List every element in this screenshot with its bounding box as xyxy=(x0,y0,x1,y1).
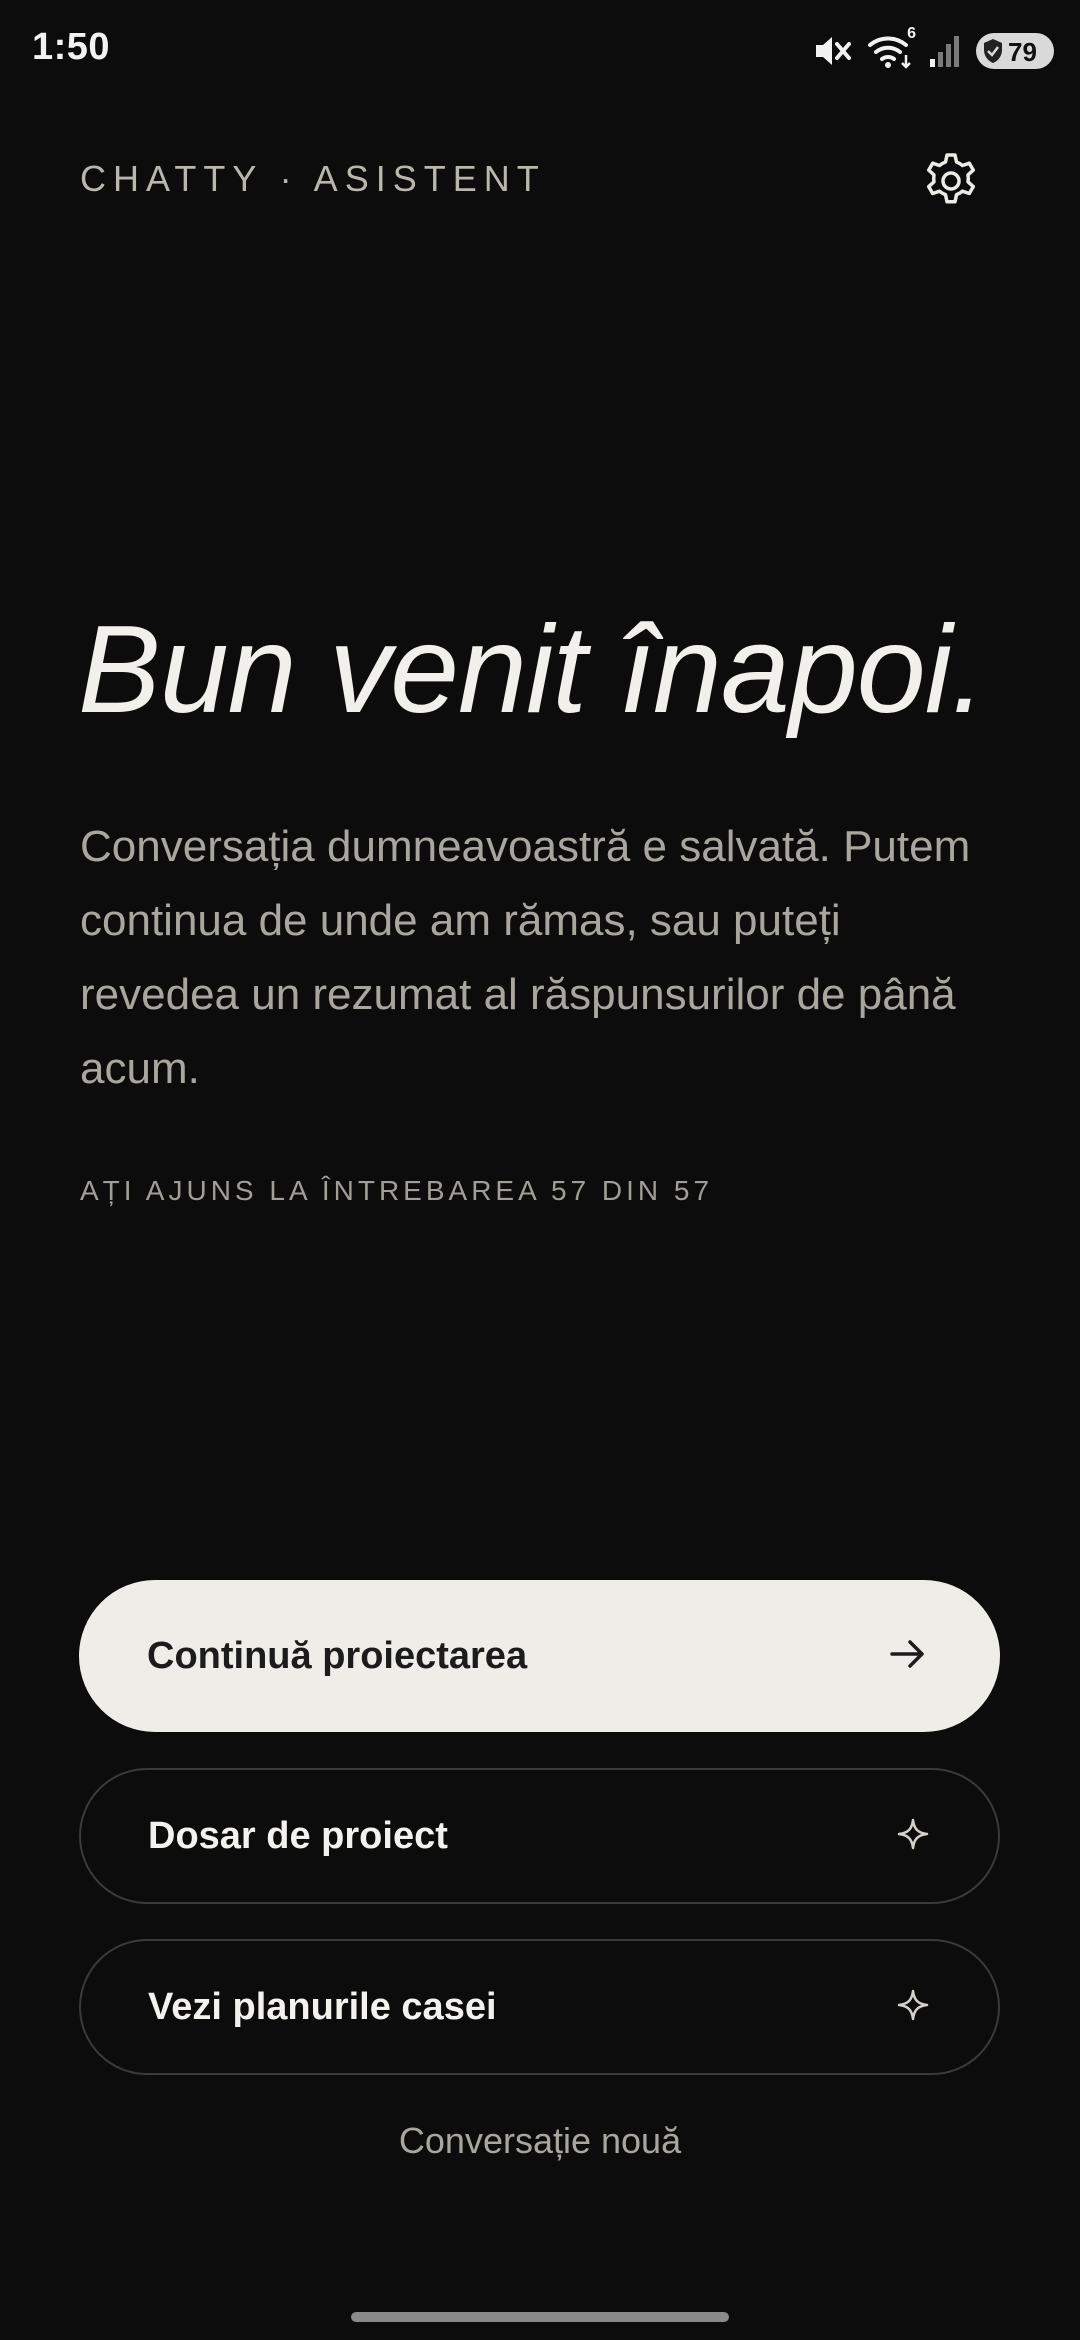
project-dossier-button[interactable]: Dosar de proiect xyxy=(79,1768,1000,1904)
status-bar: 1:50 6 79 xyxy=(0,0,1080,100)
gear-icon xyxy=(921,151,981,216)
mute-icon xyxy=(812,33,852,69)
app-title: CHATTY · ASISTENT xyxy=(80,158,546,199)
status-icons: 6 79 xyxy=(812,25,1054,72)
wifi-icon: 6 xyxy=(866,25,916,71)
settings-button[interactable] xyxy=(918,150,984,216)
battery-level: 79 xyxy=(1008,37,1037,67)
arrow-right-icon xyxy=(888,1636,928,1677)
sparkle-icon xyxy=(896,1988,930,2027)
battery-icon: 79 xyxy=(976,33,1054,69)
welcome-title: Bun venit înapoi. xyxy=(78,601,986,739)
wifi-badge: 6 xyxy=(907,25,916,42)
status-time: 1:50 xyxy=(32,26,111,68)
new-conversation-link[interactable]: Conversație nouă xyxy=(0,2120,1080,2162)
welcome-description: Conversația dumneavoastră e salvată. Put… xyxy=(80,822,971,1093)
sparkle-icon xyxy=(896,1817,930,1856)
project-dossier-label: Dosar de proiect xyxy=(148,1814,448,1857)
house-plans-button[interactable]: Vezi planurile casei xyxy=(79,1939,1000,2075)
continue-design-button[interactable]: Continuă proiectarea xyxy=(79,1580,1000,1732)
home-indicator[interactable] xyxy=(351,2312,729,2322)
house-plans-label: Vezi planurile casei xyxy=(148,1985,497,2028)
question-progress: AȚI AJUNS LA ÎNTREBAREA 57 DIN 57 xyxy=(80,1175,714,1206)
signal-icon xyxy=(928,33,962,69)
continue-design-label: Continuă proiectarea xyxy=(147,1634,528,1677)
